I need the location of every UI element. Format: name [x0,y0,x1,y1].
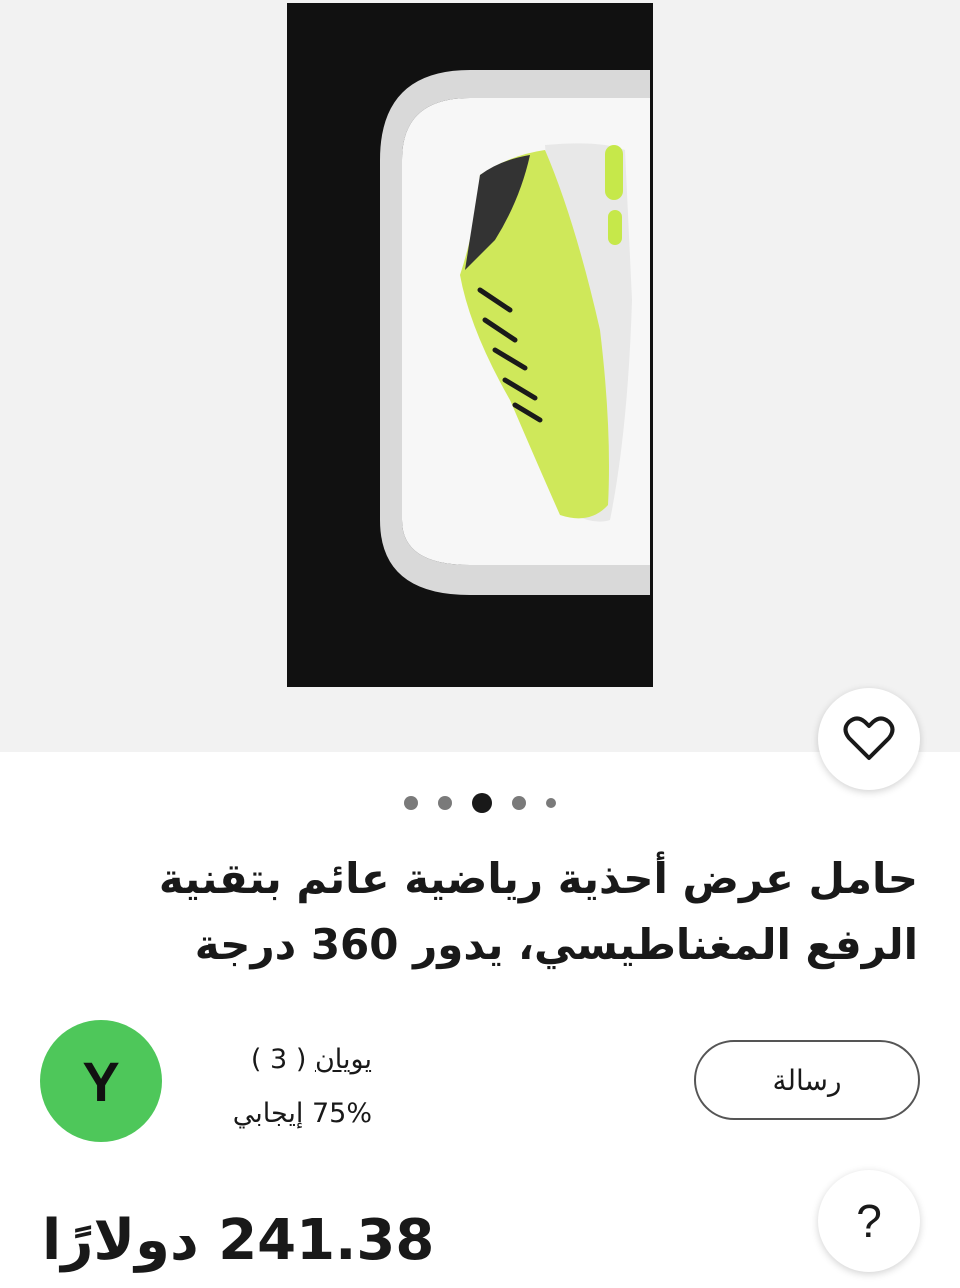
carousel-dot[interactable] [546,798,556,808]
seller-name[interactable]: يويان [315,1044,372,1075]
seller-info[interactable]: يويان ( 3 ) 75% إيجابي [182,1040,372,1134]
carousel-dot[interactable] [512,796,526,810]
seller-rating-count: ( 3 ) [250,1044,307,1075]
carousel-dot[interactable] [404,796,418,810]
favorite-button[interactable] [818,688,920,790]
product-price: 241.38 دولارًا [42,1208,435,1273]
carousel-indicator [0,792,960,814]
carousel-dot[interactable] [438,796,452,810]
product-page: حامل عرض أحذية رياضية عائم بتقنية الرفع … [0,0,960,1288]
heart-icon [843,716,895,760]
help-button[interactable]: ? [818,1170,920,1272]
product-title: حامل عرض أحذية رياضية عائم بتقنية الرفع … [158,854,918,969]
seller-avatar[interactable]: Y [40,1020,162,1142]
message-button[interactable]: رسالة [694,1040,920,1120]
seller-feedback: 75% إيجابي [232,1098,372,1129]
product-image [287,3,653,687]
product-image-carousel[interactable] [0,0,960,752]
carousel-dot-active[interactable] [472,793,492,813]
